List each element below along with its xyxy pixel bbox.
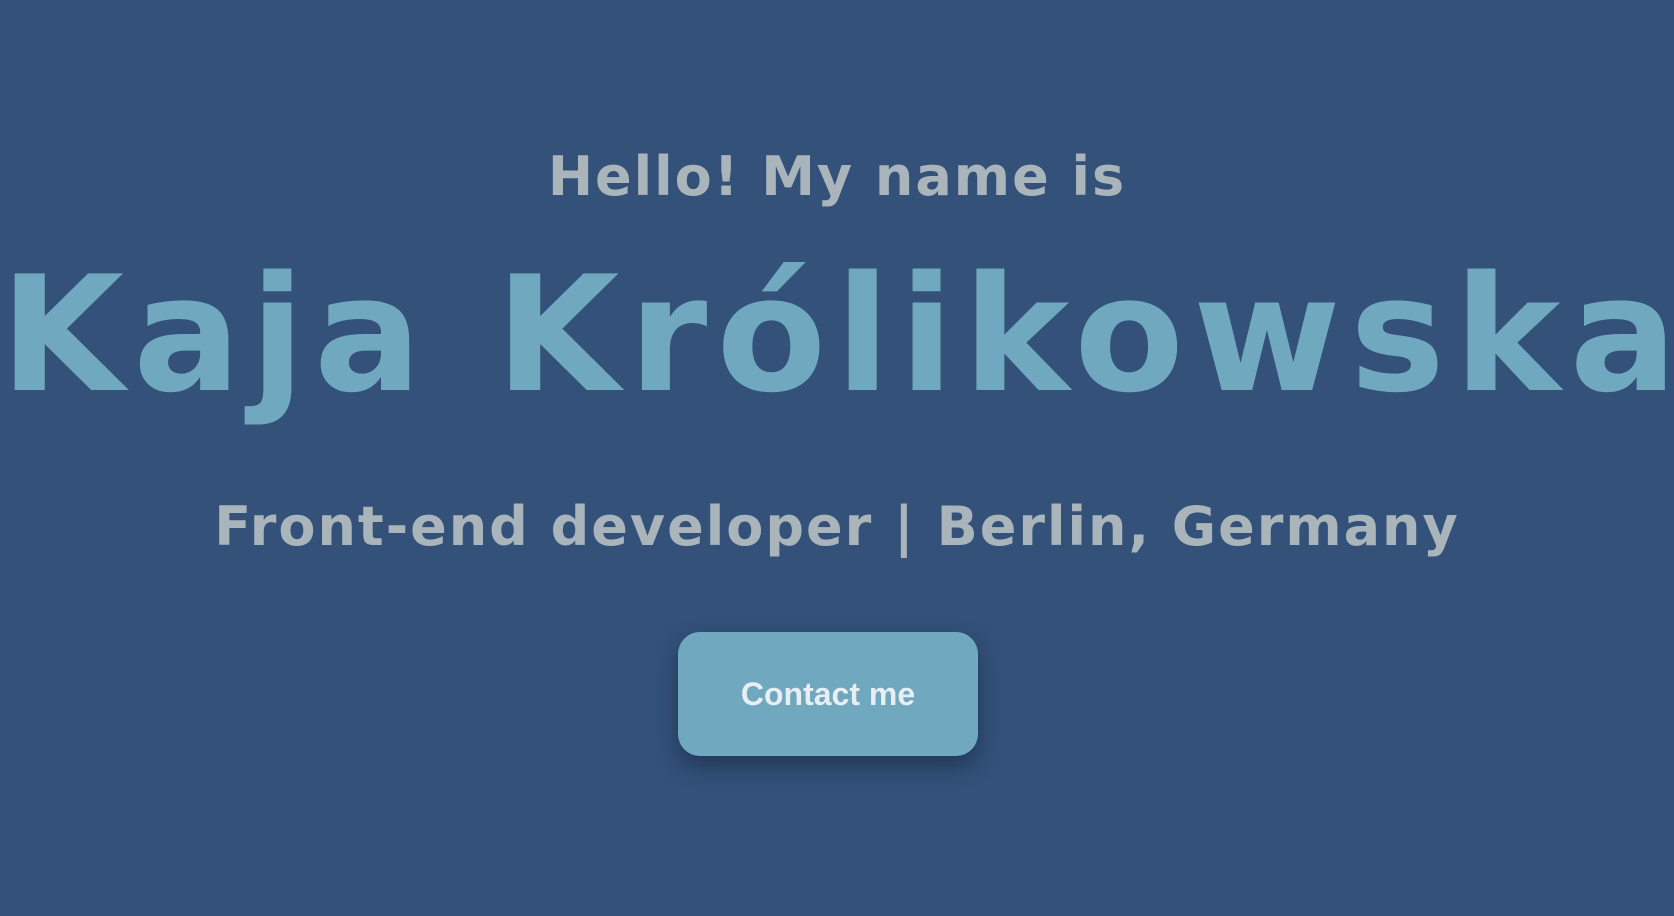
tagline-text: Front-end developer | Berlin, Germany xyxy=(214,495,1460,558)
hero-section: Hello! My name is Kaja Królikowska Front… xyxy=(0,0,1674,916)
greeting-text: Hello! My name is xyxy=(547,145,1127,208)
name-heading: Kaja Królikowska xyxy=(0,241,1674,428)
contact-me-button[interactable]: Contact me xyxy=(678,632,978,756)
